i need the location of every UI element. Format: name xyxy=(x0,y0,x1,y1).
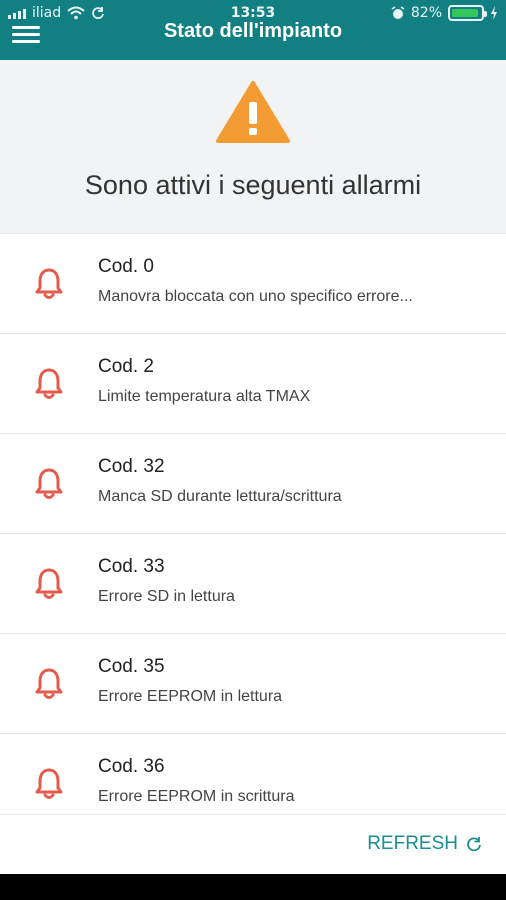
bell-icon xyxy=(35,268,63,299)
bell-icon xyxy=(35,468,63,499)
page-title: Stato dell'impianto xyxy=(163,20,343,42)
alarm-list-item[interactable]: Cod. 33 Errore SD in lettura xyxy=(0,534,506,634)
alarm-list-item[interactable]: Cod. 2 Limite temperatura alta TMAX xyxy=(0,334,506,434)
alarm-description: Errore EEPROM in scrittura xyxy=(98,788,295,805)
bell-icon xyxy=(35,568,63,599)
alert-header: Sono attivi i seguenti allarmi xyxy=(0,60,506,234)
alarm-code: Cod. 33 xyxy=(98,556,165,577)
bell-icon xyxy=(35,768,63,799)
alarm-list-item[interactable]: Cod. 36 Errore EEPROM in scrittura xyxy=(0,734,506,814)
alarm-list[interactable]: Cod. 0 Manovra bloccata con uno specifico… xyxy=(0,234,506,814)
refresh-button[interactable]: REFRESH xyxy=(367,833,482,855)
bell-icon xyxy=(35,368,63,399)
alarm-description: Errore SD in lettura xyxy=(98,588,235,605)
alarm-description: Manca SD durante lettura/scrittura xyxy=(98,488,342,505)
alarm-code: Cod. 0 xyxy=(98,256,154,277)
app-header: iliad 13:53 82% Stato dell'impianto xyxy=(0,0,506,60)
alarm-list-item[interactable]: Cod. 32 Manca SD durante lettura/scrittur… xyxy=(0,434,506,534)
warning-triangle-icon xyxy=(216,81,290,143)
alarm-description: Limite temperatura alta TMAX xyxy=(98,388,311,405)
alarm-code: Cod. 32 xyxy=(98,456,165,477)
alarm-code: Cod. 35 xyxy=(98,656,165,677)
footer-bar: REFRESH xyxy=(0,814,506,874)
bottom-bar xyxy=(0,874,506,900)
alarm-list-item[interactable]: Cod. 35 Errore EEPROM in lettura xyxy=(0,634,506,734)
bell-icon xyxy=(35,668,63,699)
alarm-code: Cod. 36 xyxy=(98,756,165,777)
nav-bar: Stato dell'impianto xyxy=(0,14,506,60)
refresh-label: REFRESH xyxy=(367,833,458,854)
alarm-list-item[interactable]: Cod. 0 Manovra bloccata con uno specifico… xyxy=(0,234,506,334)
alarm-description: Errore EEPROM in lettura xyxy=(98,688,283,705)
alarm-description: Manovra bloccata con uno specifico error… xyxy=(98,288,413,305)
refresh-icon xyxy=(467,837,481,852)
alert-title: Sono attivi i seguenti allarmi xyxy=(84,170,422,200)
alarm-code: Cod. 2 xyxy=(98,356,154,377)
app-root: iliad 13:53 82% Stato dell'impianto Sono… xyxy=(0,0,506,900)
